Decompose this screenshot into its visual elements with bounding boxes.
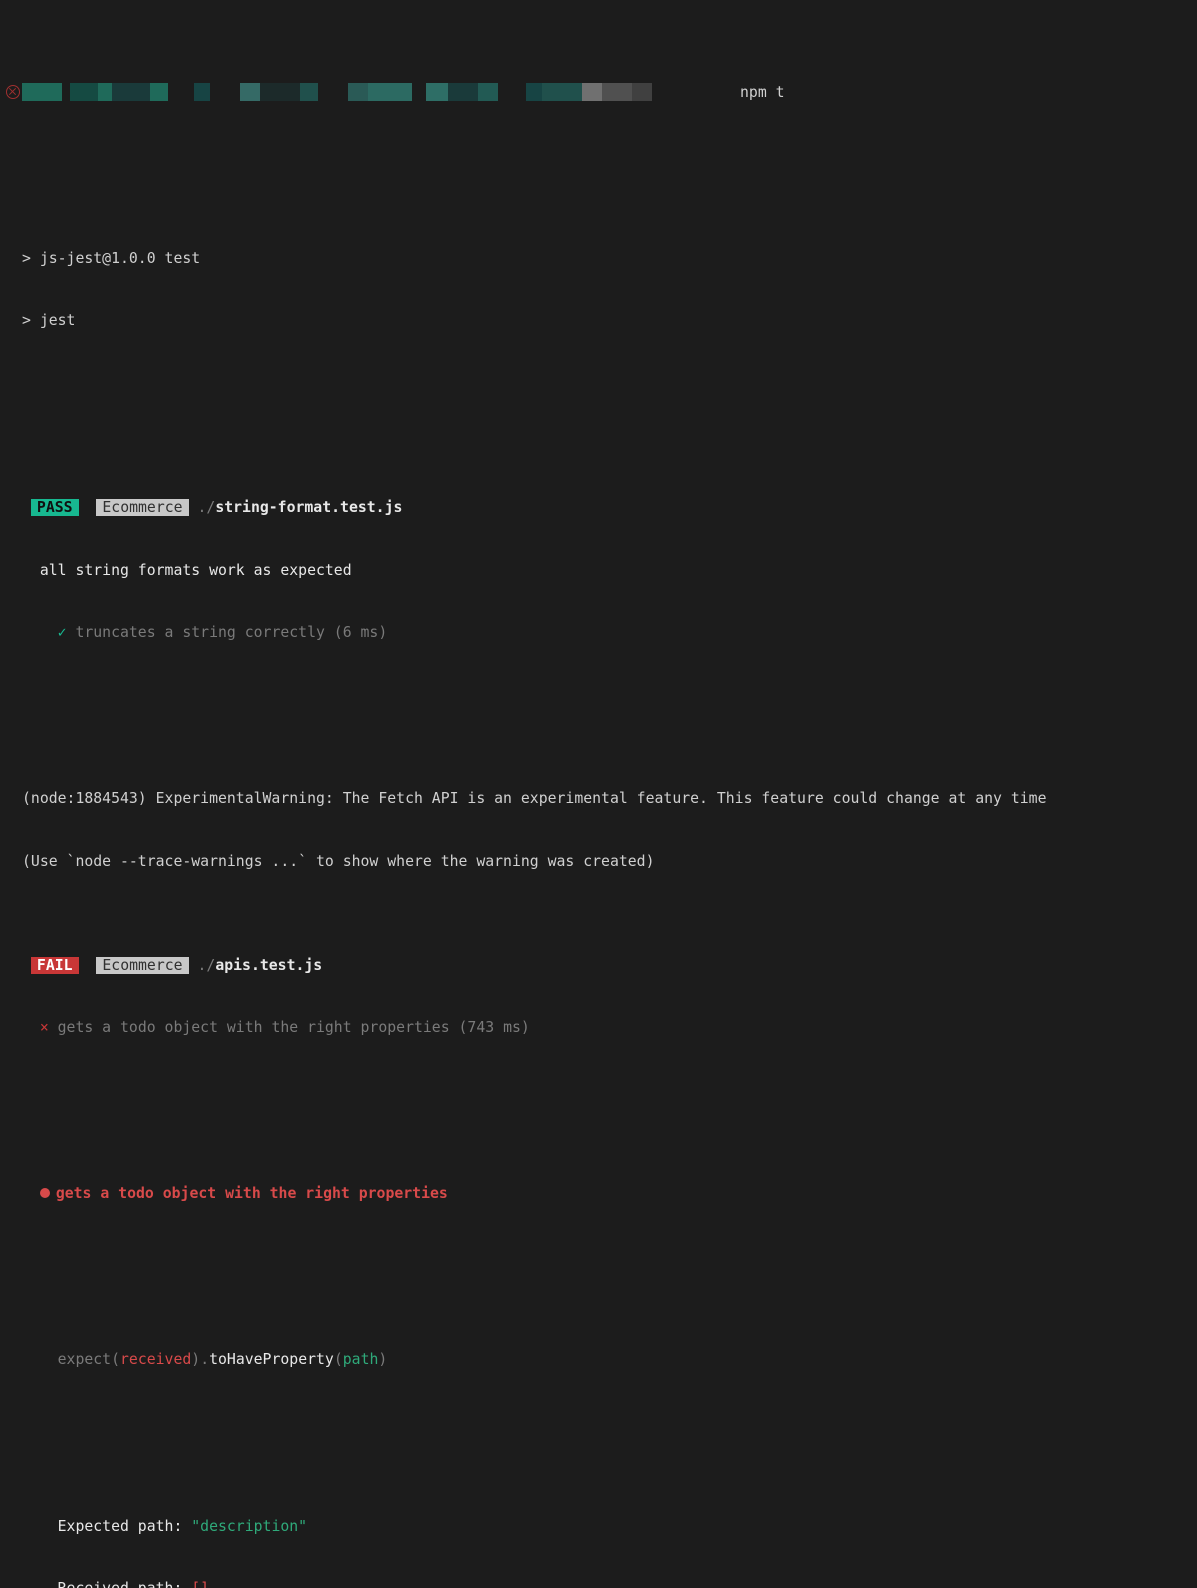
npm-script-line: > js-jest@1.0.0 test bbox=[22, 249, 1175, 270]
failure-title: gets a todo object with the right proper… bbox=[22, 1184, 1175, 1205]
project-badge: Ecommerce bbox=[96, 499, 188, 516]
jest-invocation: > jest bbox=[22, 311, 1175, 332]
failed-test: × gets a todo object with the right prop… bbox=[22, 1018, 1175, 1039]
close-icon[interactable] bbox=[6, 85, 20, 99]
project-badge: Ecommerce bbox=[96, 957, 188, 974]
blank-line bbox=[22, 1267, 1175, 1288]
expected-path: Expected path: "description" bbox=[22, 1517, 1175, 1538]
fail-badge: FAIL bbox=[31, 957, 79, 974]
node-warning-1: (node:1884543) ExperimentalWarning: The … bbox=[22, 789, 1175, 810]
cross-icon: × bbox=[22, 1019, 58, 1036]
node-warning-2: (Use `node --trace-warnings ...` to show… bbox=[22, 852, 1175, 873]
test-name: truncates a string correctly (6 ms) bbox=[75, 624, 387, 641]
current-command: npm t bbox=[740, 83, 785, 104]
pass-suite-header: PASS Ecommerce ./string-format.test.js bbox=[22, 498, 1175, 519]
check-icon: ✓ bbox=[22, 624, 75, 641]
blank-line bbox=[22, 706, 1175, 727]
suite-file: apis.test.js bbox=[215, 957, 322, 974]
blank-line bbox=[22, 1101, 1175, 1122]
fail-suite-header: FAIL Ecommerce ./apis.test.js bbox=[22, 956, 1175, 977]
pass-badge: PASS bbox=[31, 499, 79, 516]
passed-test: ✓ truncates a string correctly (6 ms) bbox=[22, 623, 1175, 644]
window-titlebar: npm t bbox=[22, 83, 1175, 104]
matcher-hint: expect(received).toHaveProperty(path) bbox=[22, 1350, 1175, 1371]
titlebar-decoration bbox=[22, 83, 652, 101]
test-name: gets a todo object with the right proper… bbox=[58, 1019, 530, 1036]
describe-block: all string formats work as expected bbox=[22, 561, 1175, 582]
blank-line bbox=[22, 166, 1175, 187]
blank-line bbox=[22, 395, 1175, 416]
terminal[interactable]: npm t > js-jest@1.0.0 test > jest PASS E… bbox=[0, 0, 1197, 1588]
suite-file: string-format.test.js bbox=[215, 499, 402, 516]
bullet-icon bbox=[40, 1188, 50, 1198]
blank-line bbox=[22, 1434, 1175, 1455]
received-path: Received path: [] bbox=[22, 1579, 1175, 1588]
